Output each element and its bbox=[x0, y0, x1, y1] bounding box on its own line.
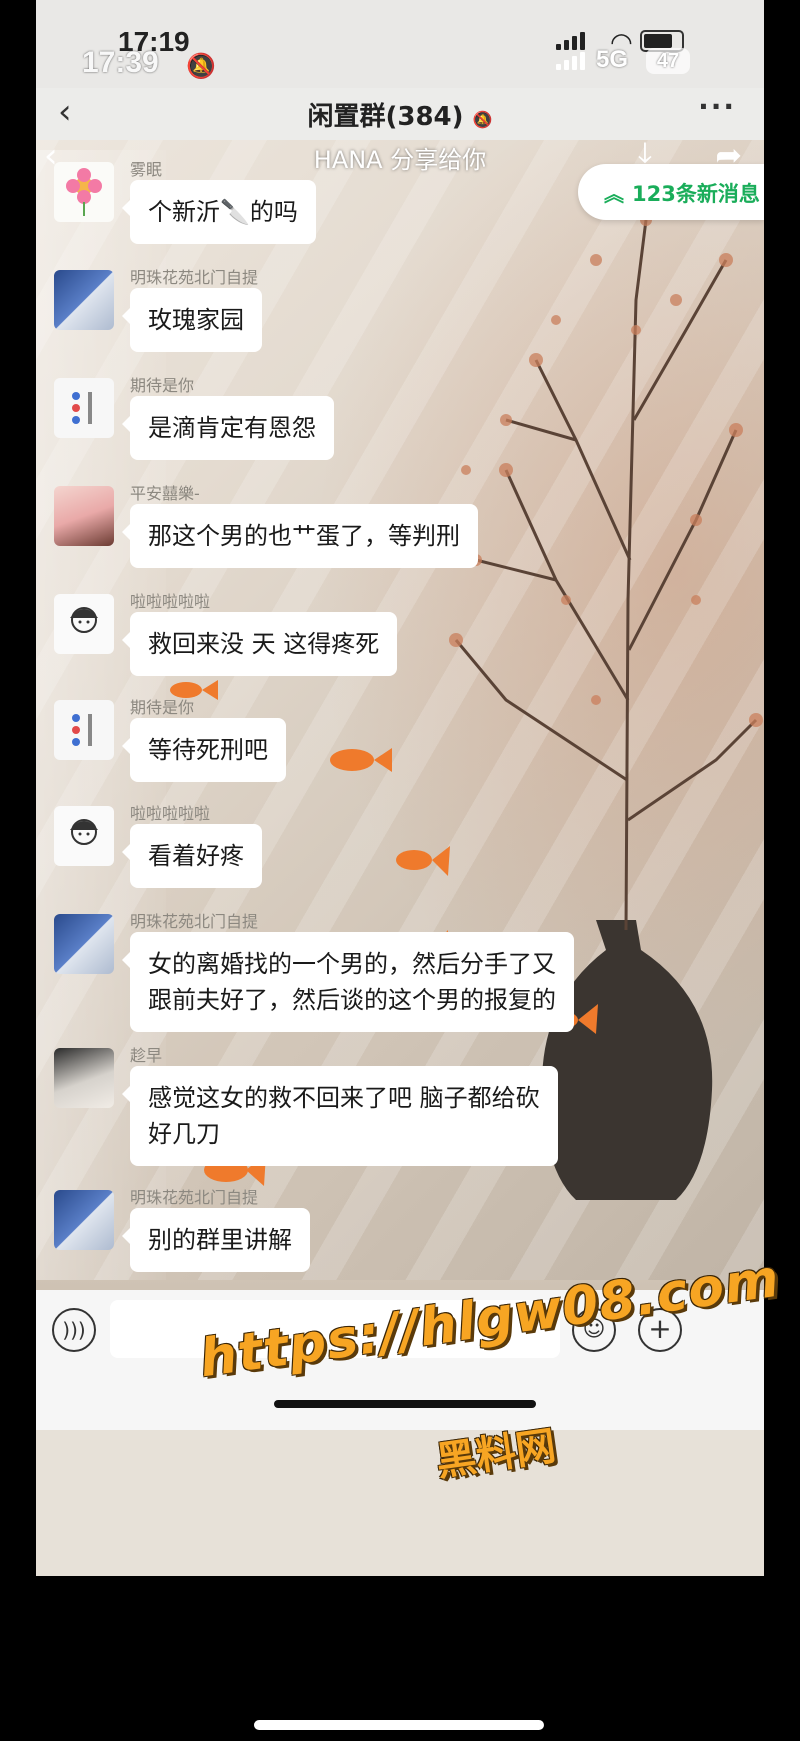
sender-name: 平安囍樂- bbox=[130, 484, 200, 503]
message-line: 跟前夫好了，然后谈的这个男的报复的 bbox=[148, 986, 556, 1014]
new-messages-pill[interactable]: ︽ 123条新消息 bbox=[578, 164, 764, 220]
branches bbox=[454, 219, 758, 931]
message-bubble[interactable]: 是滴肯定有恩怨 bbox=[122, 396, 334, 460]
message-bubble[interactable]: 感觉这女的救不回来了吧 脑子都给砍 好几刀 bbox=[122, 1066, 558, 1166]
avatar[interactable] bbox=[54, 594, 114, 654]
message-bubble[interactable]: 那这个男的也艹蛋了，等判刑 bbox=[122, 504, 478, 568]
message-bubble[interactable]: 救回来没 天 这得疼死 bbox=[121, 612, 398, 676]
more-options-button[interactable]: ··· bbox=[698, 90, 736, 123]
sender-name: 雾眠 bbox=[130, 160, 163, 179]
message-line: 感觉这女的救不回来了吧 脑子都给砍 bbox=[148, 1084, 540, 1112]
status-bar: 17:19 17:39 🔕 ◠ 5G 47 bbox=[36, 0, 764, 88]
sender-name: 期待是你 bbox=[130, 698, 195, 717]
message-bubble[interactable]: 玫瑰家园 bbox=[122, 288, 262, 352]
message-bubble[interactable]: 别的群里讲解 bbox=[122, 1208, 310, 1272]
double-chevron-up-icon: ︽ bbox=[604, 182, 624, 206]
avatar[interactable] bbox=[54, 1048, 114, 1108]
signal-icon bbox=[556, 30, 586, 50]
sender-name: 期待是你 bbox=[130, 376, 195, 395]
signal-icon-front bbox=[556, 50, 586, 70]
sender-name: 明珠花苑北门自提 bbox=[130, 1188, 259, 1207]
blossoms bbox=[449, 214, 763, 727]
bell-off-icon: 🔕 bbox=[186, 52, 216, 80]
sender-name: 趁早 bbox=[130, 1046, 163, 1065]
avatar[interactable] bbox=[54, 162, 114, 222]
sender-name: 明珠花苑北门自提 bbox=[130, 912, 259, 931]
home-indicator-outer bbox=[254, 1720, 544, 1730]
status-time-front: 17:39 bbox=[82, 46, 159, 79]
message-bubble[interactable]: 看着好疼 bbox=[122, 824, 262, 888]
avatar[interactable] bbox=[54, 378, 114, 438]
chat-title: 闲置群(384) 🔕 bbox=[36, 96, 764, 133]
network-type: 5G bbox=[596, 46, 629, 73]
avatar[interactable] bbox=[54, 1190, 114, 1250]
message-bubble[interactable]: 个新沂🔪的吗 bbox=[122, 180, 316, 244]
sender-name: 明珠花苑北门自提 bbox=[130, 268, 259, 287]
avatar[interactable] bbox=[54, 914, 114, 974]
mute-bell-icon: 🔕 bbox=[472, 110, 493, 129]
avatar[interactable] bbox=[54, 700, 114, 760]
avatar[interactable] bbox=[54, 806, 114, 866]
message-bubble[interactable]: 女的离婚找的一个男的，然后分手了又 跟前夫好了，然后谈的这个男的报复的 bbox=[122, 932, 574, 1032]
sender-name: 啦啦啦啦啦 bbox=[130, 804, 211, 823]
new-messages-count: 123条新消息 bbox=[632, 182, 760, 206]
sender-name: 啦啦啦啦啦 bbox=[130, 592, 211, 611]
group-name: 闲置群(384) bbox=[307, 102, 464, 132]
message-line: 女的离婚找的一个男的，然后分手了又 bbox=[148, 950, 556, 978]
avatar[interactable] bbox=[54, 486, 114, 546]
home-indicator bbox=[274, 1400, 536, 1408]
voice-input-icon[interactable]: ))) bbox=[52, 1308, 96, 1352]
message-line: 好几刀 bbox=[148, 1120, 220, 1148]
chat-header: ‹ 闲置群(384) 🔕 ··· bbox=[36, 88, 764, 140]
message-bubble[interactable]: 等待死刑吧 bbox=[122, 718, 286, 782]
avatar[interactable] bbox=[54, 270, 114, 330]
battery-level: 47 bbox=[646, 48, 690, 74]
